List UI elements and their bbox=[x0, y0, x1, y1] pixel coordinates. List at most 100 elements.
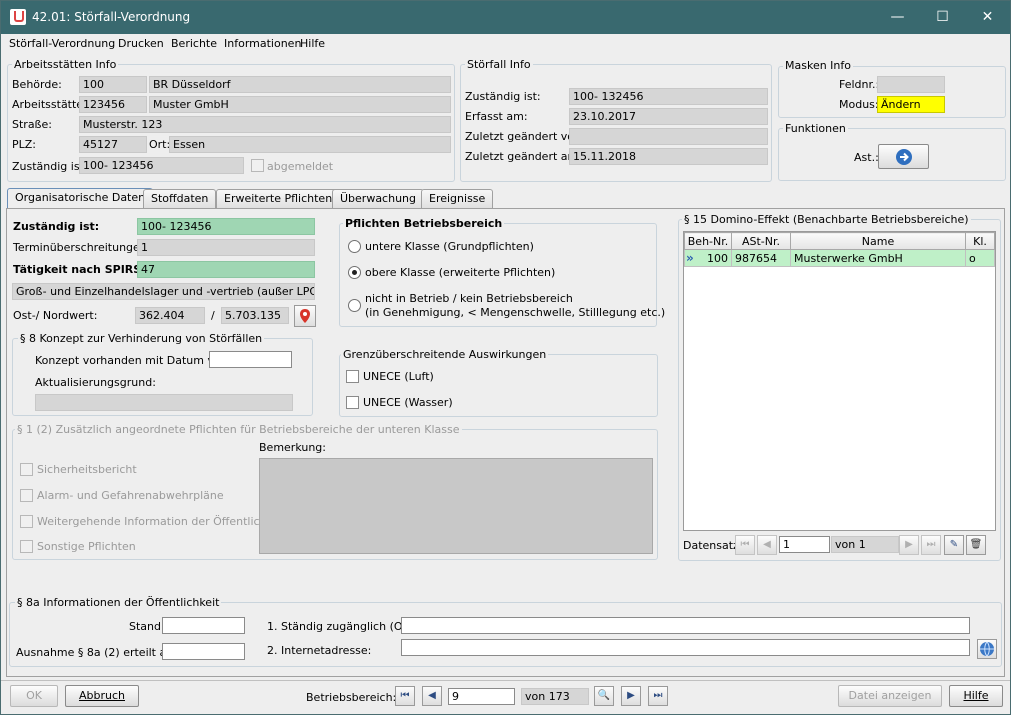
plz-field: 45127 bbox=[79, 136, 147, 153]
masken-legend: Masken Info bbox=[783, 59, 853, 72]
arbeitsstaette-nr-field: 123456 bbox=[79, 96, 147, 113]
zusaetzlich-legend: § 1 (2) Zusätzlich angeordnete Pflichten… bbox=[15, 423, 462, 436]
tab-ereignisse[interactable]: Ereignisse bbox=[421, 189, 494, 208]
datensatz-label: Datensatz: bbox=[683, 539, 743, 552]
prev-record-icon[interactable]: ◀ bbox=[757, 535, 777, 555]
nordwert-field: 5.703.135 bbox=[221, 307, 289, 324]
termin-field: 1 bbox=[137, 239, 315, 256]
konzept-datum-input[interactable] bbox=[209, 351, 292, 368]
menu-informationen[interactable]: Informationen bbox=[224, 37, 301, 50]
menu-bar: Störfall-Verordnung Drucken Berichte Inf… bbox=[1, 34, 1010, 54]
col-ast-nr[interactable]: ASt-Nr. bbox=[731, 232, 791, 250]
weitergehende-info-label: Weitergehende Information der Öffentlich… bbox=[37, 515, 287, 528]
oeffentlichkeit-legend: § 8a Informationen der Öffentlichkeit bbox=[15, 596, 222, 609]
datei-anzeigen-button[interactable]: Datei anzeigen bbox=[838, 685, 942, 707]
menu-berichte[interactable]: Berichte bbox=[171, 37, 217, 50]
ast-navigate-button[interactable] bbox=[878, 144, 929, 169]
col-name[interactable]: Name bbox=[790, 232, 966, 250]
weitergehende-info-checkbox[interactable] bbox=[20, 515, 33, 528]
taetigkeit-label: Tätigkeit nach SPIRS: bbox=[13, 263, 146, 276]
window-title: 42.01: Störfall-Verordnung bbox=[32, 10, 191, 24]
betriebsbereich-input[interactable]: 9 bbox=[448, 688, 515, 705]
org-zustaendig-label: Zuständig ist: bbox=[13, 220, 100, 233]
ausnahme-label: Ausnahme § 8a (2) erteilt am: bbox=[16, 646, 181, 659]
last-record-icon[interactable]: ⏭ bbox=[921, 535, 941, 555]
abgemeldet-checkbox[interactable] bbox=[251, 159, 264, 172]
title-bar[interactable]: 42.01: Störfall-Verordnung — ☐ ✕ bbox=[1, 1, 1010, 34]
abbruch-button[interactable]: Abbruch bbox=[65, 685, 139, 707]
plz-label: PLZ: bbox=[12, 138, 37, 151]
search-bereich-icon[interactable]: 🔍 bbox=[594, 686, 614, 706]
last-bereich-icon[interactable]: ⏭ bbox=[648, 686, 668, 706]
unece-luft-checkbox[interactable] bbox=[346, 370, 359, 383]
menu-drucken[interactable]: Drucken bbox=[118, 37, 164, 50]
feldnr-label: Feldnr.: bbox=[839, 78, 880, 91]
internetadresse-input[interactable] bbox=[401, 639, 970, 656]
geaendert-am-label: Zuletzt geändert am: bbox=[465, 150, 582, 163]
edit-record-icon[interactable]: ✎ bbox=[944, 535, 964, 555]
ostnord-separator: / bbox=[211, 309, 215, 322]
aktualisierung-field bbox=[35, 394, 293, 411]
ok-button[interactable]: OK bbox=[10, 685, 58, 707]
menu-stoerfall[interactable]: Störfall-Verordnung bbox=[9, 37, 115, 50]
taetigkeit-field[interactable]: 47 bbox=[137, 261, 315, 278]
first-bereich-icon[interactable]: ⏮ bbox=[395, 686, 415, 706]
behoerde-name-field: BR Düsseldorf bbox=[149, 76, 451, 93]
untere-klasse-label: untere Klasse (Grundpflichten) bbox=[365, 240, 534, 253]
cell-name: Musterwerke GmbH bbox=[790, 249, 966, 267]
nicht-in-betrieb-sublabel: (in Genehmigung, < Mengenschwelle, Still… bbox=[365, 306, 666, 319]
domino-table-area[interactable] bbox=[683, 231, 996, 531]
strasse-label: Straße: bbox=[12, 118, 52, 131]
stand-label: Stand: bbox=[129, 620, 165, 633]
zustaendig-label: Zuständig ist: bbox=[12, 160, 88, 173]
map-pin-button[interactable] bbox=[294, 305, 316, 327]
menu-hilfe[interactable]: Hilfe bbox=[300, 37, 325, 50]
tab-erweiterte-pflichten[interactable]: Erweiterte Pflichten bbox=[216, 189, 341, 208]
radio-obere-klasse[interactable] bbox=[348, 266, 361, 279]
pflichten-legend: Pflichten Betriebsbereich bbox=[343, 217, 505, 230]
next-record-icon[interactable]: ▶ bbox=[899, 535, 919, 555]
sonstige-pflichten-checkbox[interactable] bbox=[20, 540, 33, 553]
delete-trash-icon[interactable]: 🗑 bbox=[966, 535, 986, 555]
radio-untere-klasse[interactable] bbox=[348, 240, 361, 253]
obere-klasse-label: obere Klasse (erweiterte Pflichten) bbox=[365, 266, 556, 279]
col-kl[interactable]: Kl. bbox=[965, 232, 995, 250]
stand-input[interactable] bbox=[162, 617, 245, 634]
next-bereich-icon[interactable]: ▶ bbox=[621, 686, 641, 706]
ort-label: Ort: bbox=[149, 138, 171, 151]
globe-button[interactable] bbox=[977, 639, 997, 659]
close-icon[interactable]: ✕ bbox=[965, 1, 1010, 34]
sicherheitsbericht-checkbox[interactable] bbox=[20, 463, 33, 476]
radio-nicht-in-betrieb[interactable] bbox=[348, 299, 361, 312]
prev-bereich-icon[interactable]: ◀ bbox=[422, 686, 442, 706]
konzept-legend: § 8 Konzept zur Verhinderung von Störfäl… bbox=[18, 332, 265, 345]
tab-ueberwachung[interactable]: Überwachung bbox=[332, 189, 425, 208]
table-row[interactable]: » 100 987654 Musterwerke GmbH o bbox=[684, 249, 995, 267]
nicht-in-betrieb-label: nicht in Betrieb / kein Betriebsbereich bbox=[365, 292, 573, 305]
datensatz-input[interactable]: 1 bbox=[779, 536, 830, 553]
col-beh-nr[interactable]: Beh-Nr. bbox=[684, 232, 732, 250]
erfasst-field: 23.10.2017 bbox=[569, 108, 768, 125]
org-zustaendig-field[interactable]: 100- 123456 bbox=[137, 218, 315, 235]
ostwert-field: 362.404 bbox=[135, 307, 205, 324]
ausnahme-input[interactable] bbox=[162, 643, 245, 660]
tab-organisatorische-daten[interactable]: Organisatorische Daten bbox=[7, 188, 154, 209]
hilfe-button[interactable]: Hilfe bbox=[949, 685, 1003, 707]
arrow-right-circle-icon bbox=[895, 149, 912, 165]
zugaenglich-ort-label: 1. Ständig zugänglich (Ort): bbox=[267, 620, 420, 633]
internetadresse-label: 2. Internetadresse: bbox=[267, 644, 372, 657]
first-record-icon[interactable]: ⏮ bbox=[735, 535, 755, 555]
taetigkeit-text-field: Groß- und Einzelhandelslager und -vertri… bbox=[12, 283, 315, 300]
modus-field: Ändern bbox=[877, 96, 945, 113]
alarmplaene-checkbox[interactable] bbox=[20, 489, 33, 502]
maximize-icon[interactable]: ☐ bbox=[920, 1, 965, 34]
tab-stoffdaten[interactable]: Stoffdaten bbox=[143, 189, 217, 208]
minimize-icon[interactable]: — bbox=[875, 1, 920, 34]
geaendert-von-label: Zuletzt geändert von: bbox=[465, 130, 585, 143]
row-pointer-icon: » bbox=[686, 251, 694, 265]
zugaenglich-ort-input[interactable] bbox=[401, 617, 970, 634]
geaendert-am-field: 15.11.2018 bbox=[569, 148, 768, 165]
unece-wasser-checkbox[interactable] bbox=[346, 396, 359, 409]
cell-ast-nr: 987654 bbox=[731, 249, 791, 267]
behoerde-nr-field: 100 bbox=[79, 76, 147, 93]
